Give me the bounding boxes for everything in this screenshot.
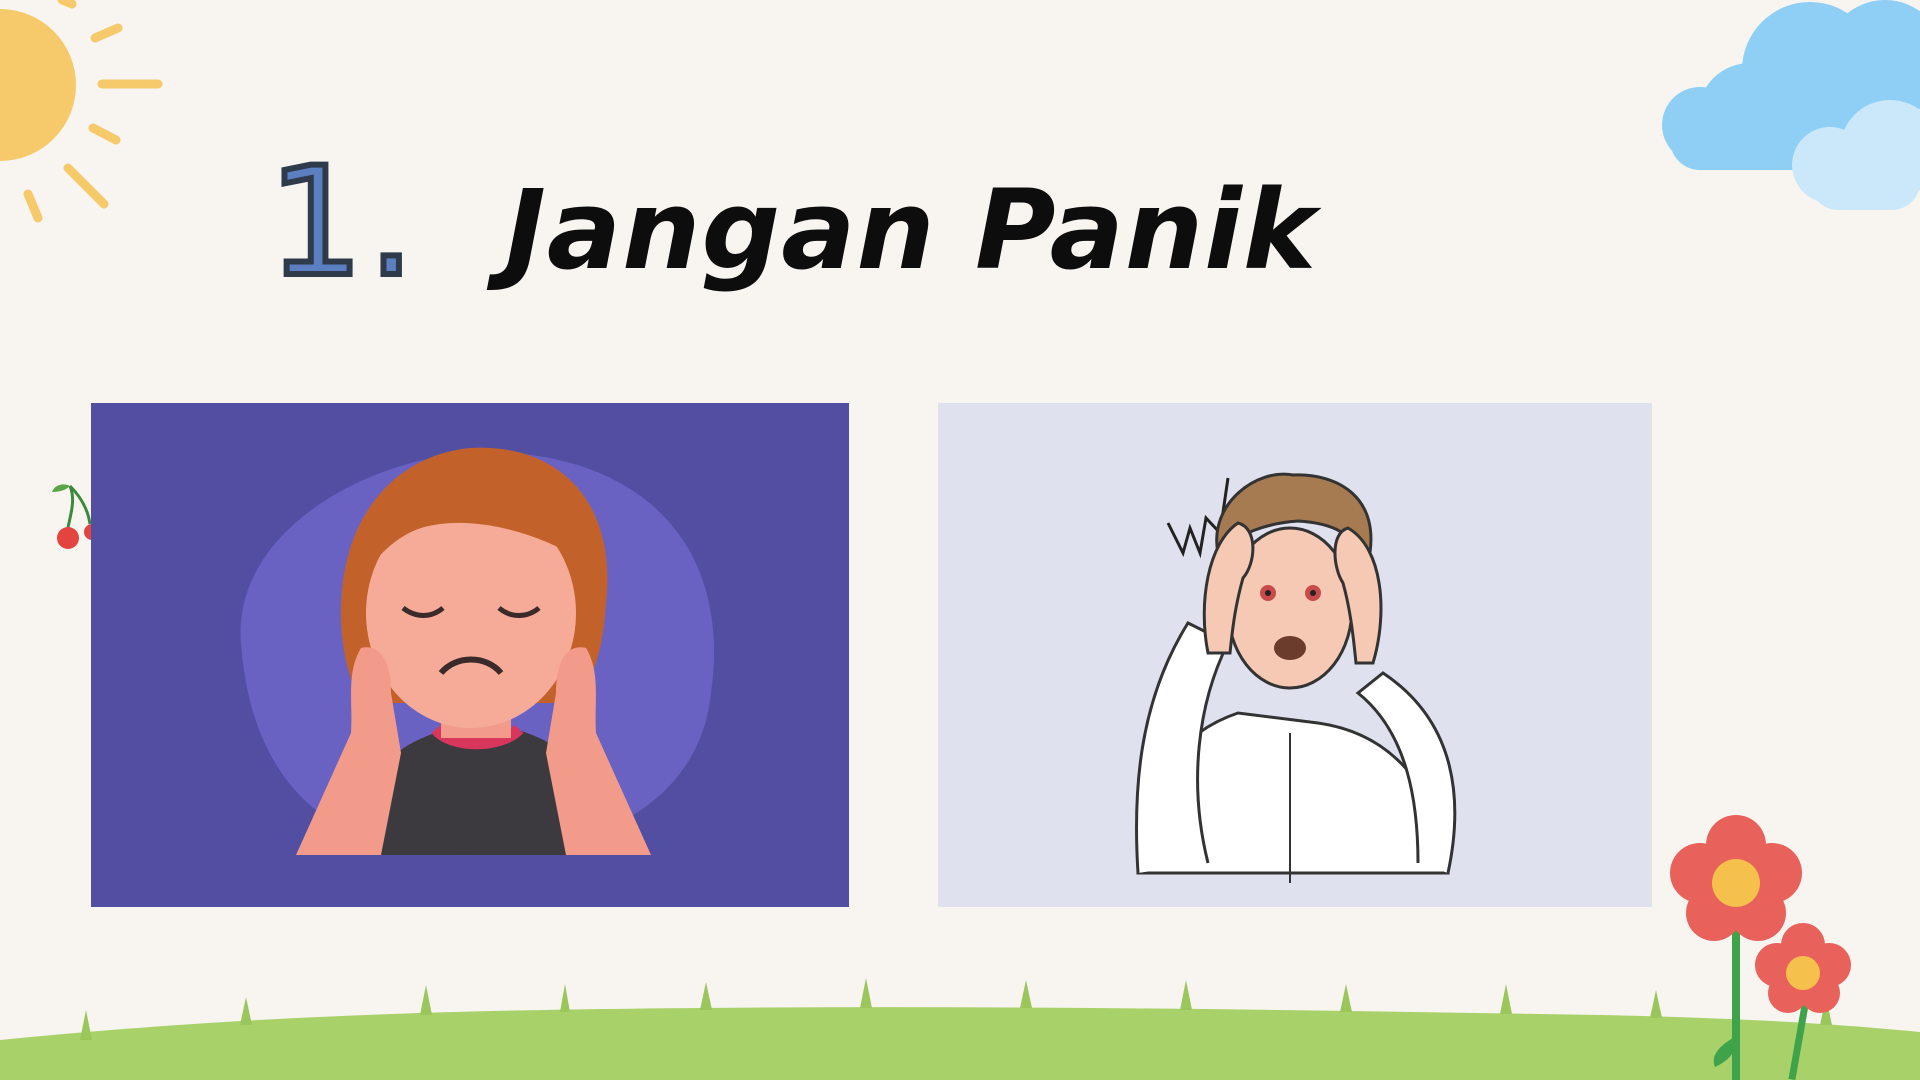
slide-number: 1. xyxy=(265,135,420,311)
cloud-icon xyxy=(1640,0,1920,230)
grass xyxy=(0,970,1920,1080)
woman-headache-illustration xyxy=(91,403,849,907)
sun-icon xyxy=(0,0,180,240)
man-panic-illustration xyxy=(938,403,1652,907)
slide-title: Jangan Panik xyxy=(505,166,1318,294)
flower-icon xyxy=(1660,805,1920,1080)
